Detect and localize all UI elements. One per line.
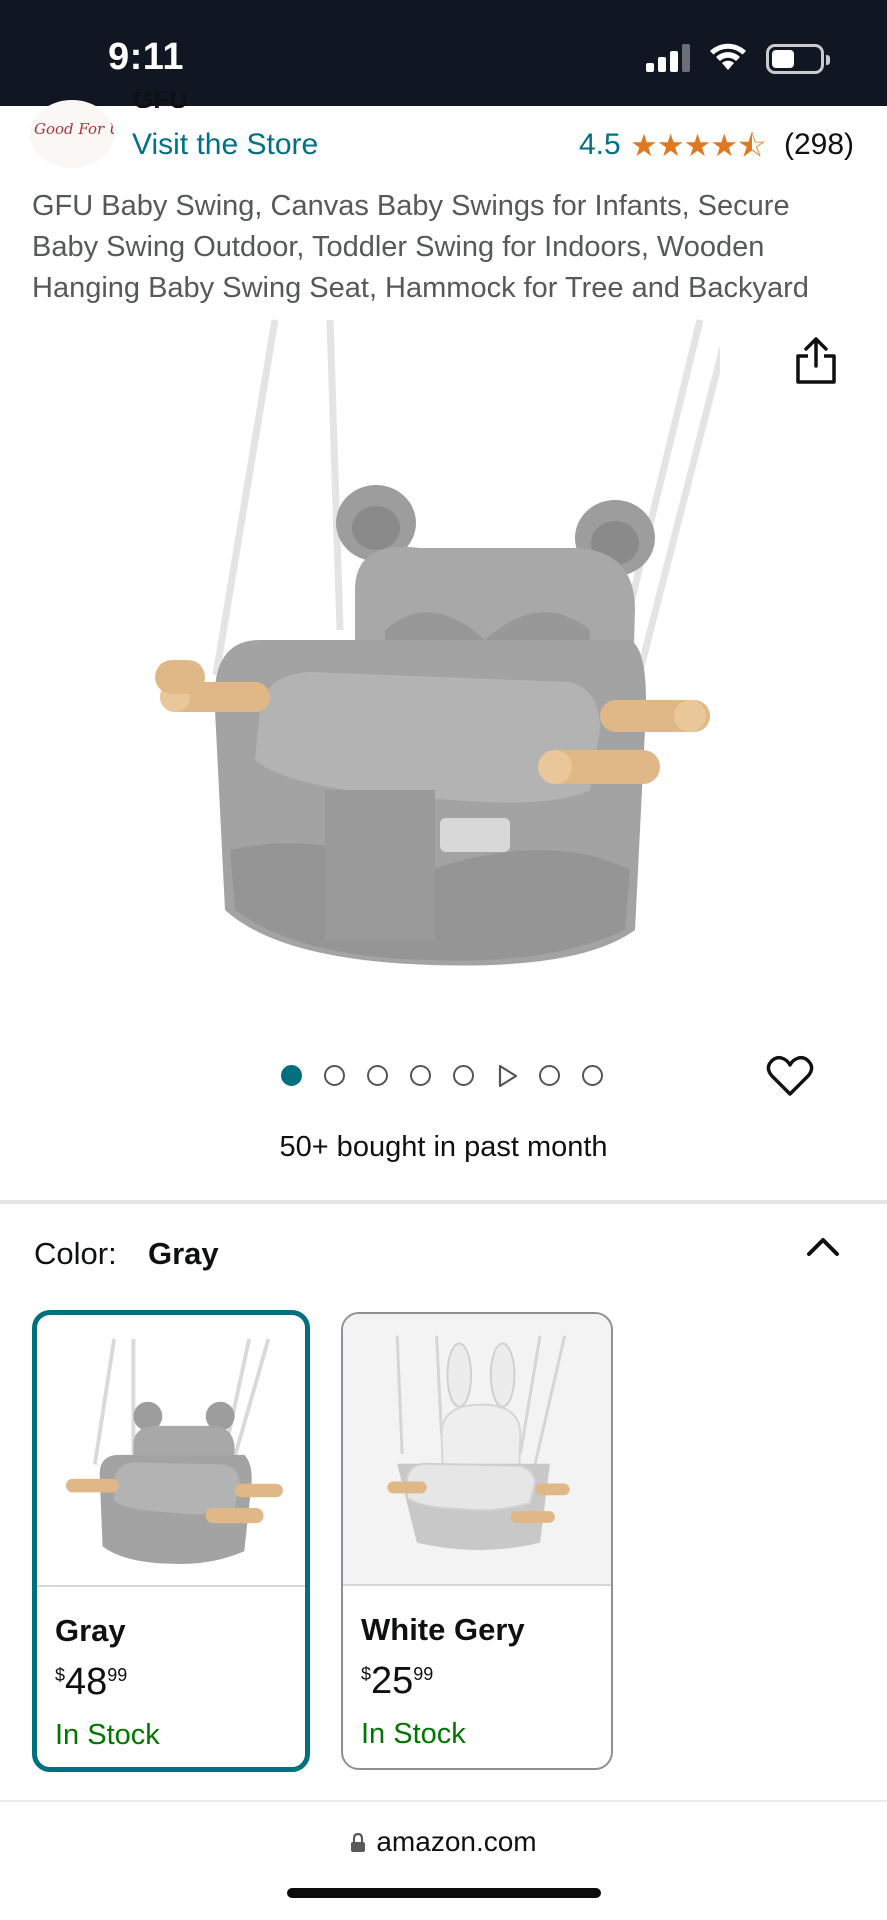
price-fraction: 99 [413,1664,434,1684]
bought-past-month: 50+ bought in past month [279,1131,608,1163]
swatch-divider [343,1584,611,1586]
swatch-price: $2599 [361,1660,433,1703]
chevron-up-icon[interactable] [805,1232,841,1260]
share-icon[interactable] [794,336,838,386]
section-divider [0,1200,887,1204]
home-indicator[interactable] [287,1888,601,1898]
rating-count-link[interactable]: (298) [784,128,854,162]
price-symbol: $ [55,1665,66,1685]
cellular-signal-icon [646,44,692,72]
product-image[interactable] [130,310,720,990]
image-carousel-dots [281,1063,611,1089]
swatch-name: Gray [55,1613,126,1648]
carousel-dot[interactable] [539,1065,560,1086]
brand-logo-text: Good For U [34,120,114,138]
swatch-image [65,1338,283,1564]
swatch-image [343,1314,611,1584]
price-whole: 25 [371,1660,414,1702]
address-bar[interactable]: amazon.com [0,1826,887,1858]
carousel-dot[interactable] [324,1065,345,1086]
battery-icon [766,44,830,74]
bottom-divider [0,1800,887,1802]
carousel-dot[interactable] [367,1065,388,1086]
color-selected-value: Gray [148,1236,219,1271]
carousel-dot[interactable] [582,1065,603,1086]
price-symbol: $ [361,1664,372,1684]
lock-icon [351,1833,366,1852]
color-label: Color: [34,1236,117,1271]
stock-status: In Stock [55,1719,160,1751]
visit-store-link[interactable]: Visit the Store [132,128,318,162]
wifi-icon [710,43,746,70]
brand-logo[interactable]: Good For U [30,100,114,168]
rating-value[interactable]: 4.5 [579,128,621,162]
color-swatch-white-grey[interactable]: White Gery $2599 In Stock [341,1312,613,1770]
star-rating-icon[interactable]: ★★★★⯪ [630,128,767,164]
address-url: amazon.com [376,1826,537,1857]
carousel-video-play-icon[interactable] [497,1064,519,1088]
status-bar: 9:11 [0,0,887,106]
swatch-price: $4899 [55,1661,127,1704]
carousel-dot[interactable] [281,1065,302,1086]
status-time: 9:11 [108,36,184,78]
price-whole: 48 [65,1661,108,1703]
swatch-divider [37,1585,305,1587]
heart-icon[interactable] [766,1054,814,1098]
stock-status: In Stock [361,1718,466,1750]
price-fraction: 99 [107,1665,128,1685]
swatch-name: White Gery [361,1612,525,1647]
carousel-dot[interactable] [410,1065,431,1086]
brand-name[interactable]: GFU [133,92,188,108]
color-swatch-gray[interactable]: Gray $4899 In Stock [32,1310,310,1772]
product-title: GFU Baby Swing, Canvas Baby Swings for I… [32,190,809,304]
carousel-dot[interactable] [453,1065,474,1086]
